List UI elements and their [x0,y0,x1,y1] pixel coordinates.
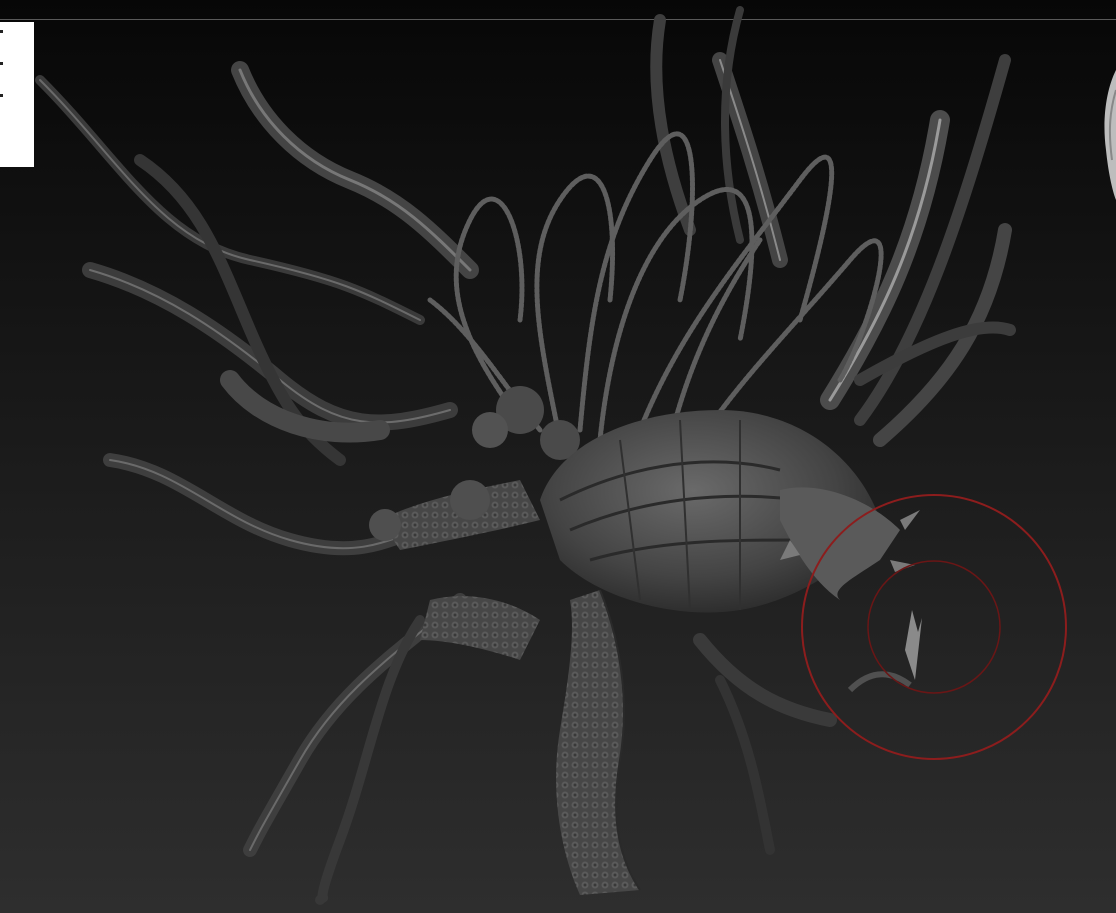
canvas-viewport[interactable] [0,0,1116,913]
sculpt-mesh[interactable] [0,0,1116,913]
creature-body [540,410,920,613]
ribbon-tendrils-lower [243,593,837,905]
secondary-model-edge [1104,70,1116,200]
sprout [847,610,922,693]
hair-tendrils [427,131,884,443]
creature-trunk [556,589,641,895]
ribbon-fins-right [650,6,1016,447]
ribbon-tendrils-left [35,61,479,556]
